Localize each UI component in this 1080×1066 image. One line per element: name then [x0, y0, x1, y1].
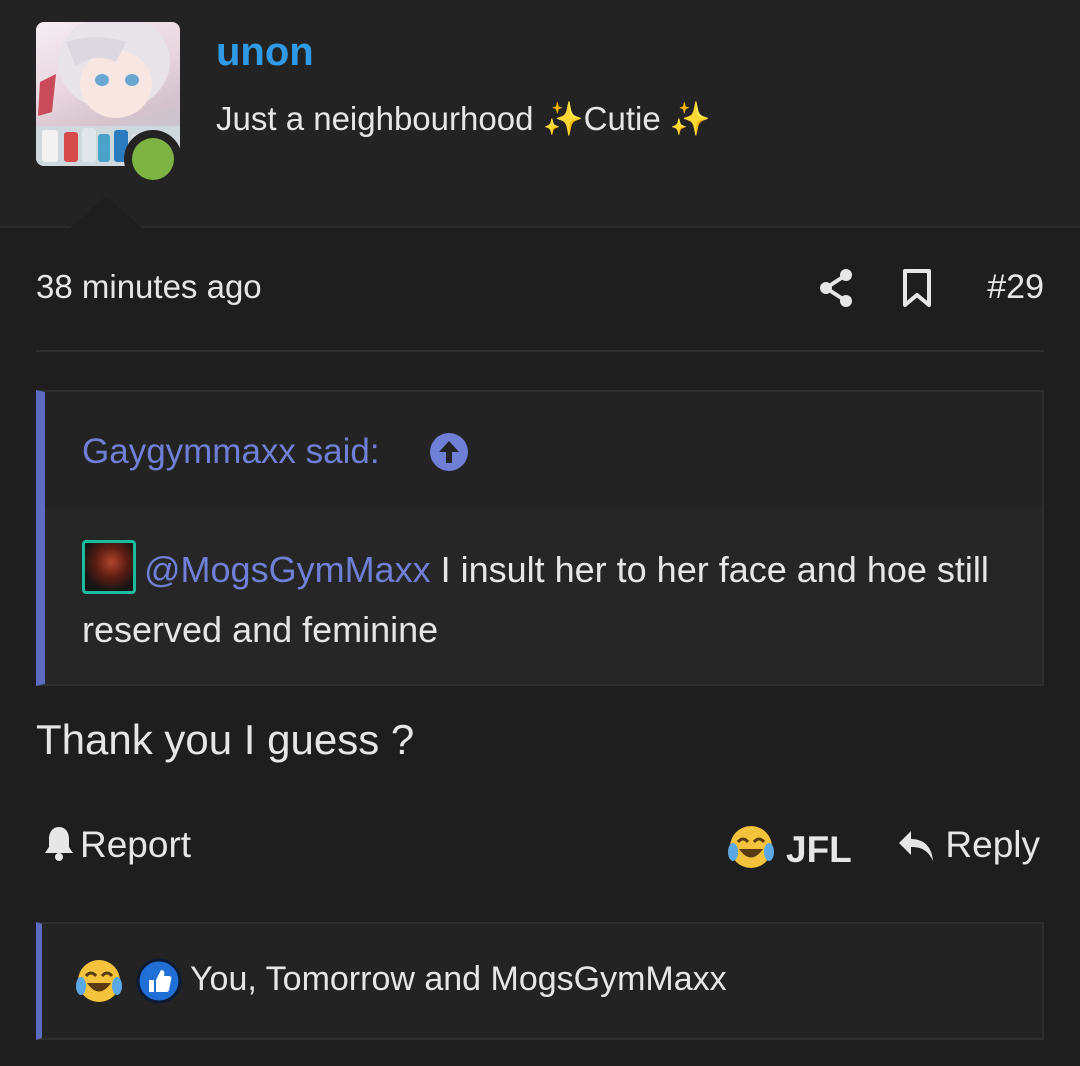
- post-actions: Report JFL Reply: [36, 822, 1044, 872]
- post-user-header: unon Just a neighbourhood ✨Cutie ✨: [0, 0, 1080, 228]
- laughing-crying-emoji-icon: [728, 826, 774, 868]
- bell-icon: [45, 827, 73, 861]
- reactions-summary-link[interactable]: You, Tomorrow and MogsGymMaxx: [190, 960, 727, 999]
- share-icon[interactable]: [818, 268, 854, 313]
- laughing-crying-emoji-icon: [76, 960, 122, 1002]
- reactions-bar[interactable]: You, Tomorrow and MogsGymMaxx: [36, 922, 1044, 1040]
- username-link[interactable]: unon: [216, 30, 314, 75]
- header-pointer-arrow: [70, 196, 142, 228]
- reply-label: Reply: [945, 824, 1040, 865]
- quote-header: Gaygymmaxx said:: [45, 392, 1042, 508]
- jfl-reaction-button[interactable]: JFL: [728, 824, 852, 871]
- meta-divider: [36, 350, 1044, 352]
- jfl-label: JFL: [786, 829, 852, 870]
- reply-button[interactable]: Reply: [897, 824, 1040, 866]
- report-button[interactable]: Report: [44, 824, 191, 866]
- post-message: Thank you I guess ?: [36, 716, 415, 763]
- user-title: Just a neighbourhood ✨Cutie ✨: [216, 100, 711, 137]
- thumbs-up-icon: [136, 958, 182, 1004]
- mention-avatar: [82, 540, 136, 594]
- arrow-up-circle-icon[interactable]: [429, 432, 469, 472]
- post-number-link[interactable]: #29: [987, 268, 1044, 307]
- quote-block: Gaygymmaxx said: @MogsGymMaxx I insult h…: [36, 390, 1044, 686]
- quote-content: @MogsGymMaxx I insult her to her face an…: [82, 540, 1022, 660]
- post-meta-row: 38 minutes ago #29: [36, 262, 1044, 316]
- quote-author-link[interactable]: Gaygymmaxx said:: [82, 432, 380, 472]
- bookmark-icon[interactable]: [902, 268, 932, 313]
- post-timestamp-link[interactable]: 38 minutes ago: [36, 268, 262, 306]
- user-mention-link[interactable]: @MogsGymMaxx: [144, 549, 431, 590]
- report-label: Report: [80, 824, 192, 865]
- online-status-indicator: [124, 130, 182, 188]
- reply-arrow-icon: [899, 831, 934, 861]
